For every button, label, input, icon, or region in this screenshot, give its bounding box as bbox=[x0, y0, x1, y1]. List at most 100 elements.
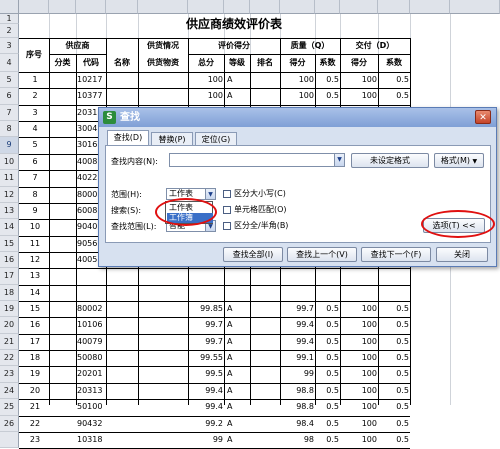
column-header[interactable] bbox=[280, 0, 315, 14]
cell-seq[interactable]: 22 bbox=[20, 418, 50, 430]
column-header[interactable] bbox=[450, 0, 500, 14]
cell-dc[interactable]: 0.5 bbox=[379, 90, 409, 102]
cell-seq[interactable]: 8 bbox=[20, 189, 50, 201]
cell-d[interactable]: 100 bbox=[341, 336, 377, 348]
cell-q[interactable]: 98.8 bbox=[281, 385, 314, 397]
row-header[interactable]: 25 bbox=[0, 399, 19, 416]
cell-d[interactable]: 100 bbox=[341, 368, 377, 380]
cell-seq[interactable]: 5 bbox=[20, 139, 50, 151]
cell-grade[interactable]: A bbox=[227, 368, 251, 380]
cell-q[interactable]: 99.4 bbox=[281, 336, 314, 348]
row-header[interactable]: 15 bbox=[0, 235, 19, 252]
find-all-button[interactable]: 查找全部(I) bbox=[223, 247, 283, 262]
row-header[interactable]: 22 bbox=[0, 350, 19, 367]
cell-code[interactable]: 50100 bbox=[77, 401, 107, 413]
tab-replace[interactable]: 替换(P) bbox=[151, 132, 193, 146]
cell-grade[interactable]: A bbox=[227, 401, 251, 413]
cell-seq[interactable]: 6 bbox=[20, 156, 50, 168]
cell-dc[interactable]: 0.5 bbox=[379, 352, 409, 364]
cell-dc[interactable]: 0.5 bbox=[379, 385, 409, 397]
cell-seq[interactable]: 17 bbox=[20, 336, 50, 348]
cell-seq[interactable]: 12 bbox=[20, 254, 50, 266]
cell-total[interactable]: 99.4 bbox=[189, 401, 223, 413]
cell-code[interactable]: 10106 bbox=[77, 319, 107, 331]
close-button[interactable]: 关闭 bbox=[436, 247, 488, 262]
column-header[interactable] bbox=[315, 0, 340, 14]
cell-dc[interactable]: 0.5 bbox=[379, 418, 409, 430]
row-header[interactable]: 2 bbox=[0, 24, 19, 38]
cell-qc[interactable]: 0.5 bbox=[316, 319, 339, 331]
cell-code[interactable]: 10377 bbox=[77, 90, 107, 102]
row-header[interactable]: 26 bbox=[0, 415, 19, 432]
cell-total[interactable]: 99 bbox=[189, 434, 223, 446]
cell-qc[interactable]: 0.5 bbox=[316, 385, 339, 397]
cell-grade[interactable]: A bbox=[227, 319, 251, 331]
cell-qc[interactable]: 0.5 bbox=[316, 74, 339, 86]
row-header[interactable]: 5 bbox=[0, 72, 19, 89]
row-header[interactable]: 18 bbox=[0, 284, 19, 302]
row-header[interactable]: 7 bbox=[0, 104, 19, 122]
cell-total[interactable]: 100 bbox=[189, 74, 223, 86]
cell-q[interactable]: 99.1 bbox=[281, 352, 314, 364]
cell-total[interactable]: 99.55 bbox=[189, 352, 223, 364]
row-header[interactable]: 13 bbox=[0, 202, 19, 220]
cell-seq[interactable]: 10 bbox=[20, 221, 50, 233]
format-button[interactable]: 格式(M) ▼ bbox=[434, 153, 484, 168]
cell-d[interactable]: 100 bbox=[341, 90, 377, 102]
cell-d[interactable]: 100 bbox=[341, 418, 377, 430]
cell-grade[interactable]: A bbox=[227, 74, 251, 86]
column-header[interactable] bbox=[106, 0, 138, 14]
cell-qc[interactable]: 0.5 bbox=[316, 434, 339, 446]
row-header[interactable]: 9 bbox=[0, 137, 19, 154]
row-header[interactable]: 12 bbox=[0, 186, 19, 203]
row-header[interactable]: 10 bbox=[0, 153, 19, 171]
row-header[interactable]: 19 bbox=[0, 301, 19, 318]
column-header[interactable] bbox=[410, 0, 450, 14]
dialog-title-bar[interactable]: S 查找 ✕ bbox=[99, 108, 496, 127]
cell-qc[interactable]: 0.5 bbox=[316, 418, 339, 430]
cell-seq[interactable]: 16 bbox=[20, 319, 50, 331]
column-header[interactable] bbox=[250, 0, 280, 14]
cell-q[interactable]: 100 bbox=[281, 74, 314, 86]
cell-seq[interactable]: 13 bbox=[20, 270, 50, 282]
cell-seq[interactable]: 1 bbox=[20, 74, 50, 86]
cell-seq[interactable]: 18 bbox=[20, 352, 50, 364]
cell-code[interactable]: 10217 bbox=[77, 74, 107, 86]
cell-dc[interactable]: 0.5 bbox=[379, 319, 409, 331]
row-header[interactable] bbox=[0, 431, 19, 449]
cell-seq[interactable]: 21 bbox=[20, 401, 50, 413]
column-header[interactable] bbox=[138, 0, 188, 14]
cell-total[interactable]: 99.85 bbox=[189, 303, 223, 315]
cell-qc[interactable]: 0.5 bbox=[316, 336, 339, 348]
row-header[interactable]: 14 bbox=[0, 219, 19, 236]
cell-seq[interactable]: 2 bbox=[20, 90, 50, 102]
cell-qc[interactable]: 0.5 bbox=[316, 368, 339, 380]
cell-dc[interactable]: 0.5 bbox=[379, 434, 409, 446]
cell-d[interactable]: 100 bbox=[341, 74, 377, 86]
chevron-down-icon[interactable]: ▼ bbox=[205, 189, 215, 199]
column-header[interactable] bbox=[188, 0, 224, 14]
cell-qc[interactable]: 0.5 bbox=[316, 90, 339, 102]
find-previous-button[interactable]: 查找上一个(V) bbox=[287, 247, 357, 262]
tab-find[interactable]: 查找(D) bbox=[107, 130, 149, 146]
cell-grade[interactable]: A bbox=[227, 385, 251, 397]
cell-grade[interactable]: A bbox=[227, 434, 251, 446]
cell-dc[interactable]: 0.5 bbox=[379, 368, 409, 380]
cell-q[interactable]: 100 bbox=[281, 90, 314, 102]
column-header[interactable] bbox=[76, 0, 106, 14]
cell-q[interactable]: 99.4 bbox=[281, 319, 314, 331]
cell-d[interactable]: 100 bbox=[341, 385, 377, 397]
row-header[interactable]: 24 bbox=[0, 382, 19, 400]
cell-seq[interactable]: 20 bbox=[20, 385, 50, 397]
cell-seq[interactable]: 23 bbox=[20, 434, 50, 446]
close-icon[interactable]: ✕ bbox=[475, 110, 491, 124]
cell-q[interactable]: 99 bbox=[281, 368, 314, 380]
column-header[interactable] bbox=[224, 0, 250, 14]
cell-dc[interactable]: 0.5 bbox=[379, 74, 409, 86]
cell-total[interactable]: 99.2 bbox=[189, 418, 223, 430]
select-all-corner[interactable] bbox=[0, 0, 19, 14]
cell-code[interactable]: 10318 bbox=[77, 434, 107, 446]
cell-seq[interactable]: 7 bbox=[20, 172, 50, 184]
row-header[interactable]: 4 bbox=[0, 54, 19, 72]
cell-total[interactable]: 99.7 bbox=[189, 319, 223, 331]
